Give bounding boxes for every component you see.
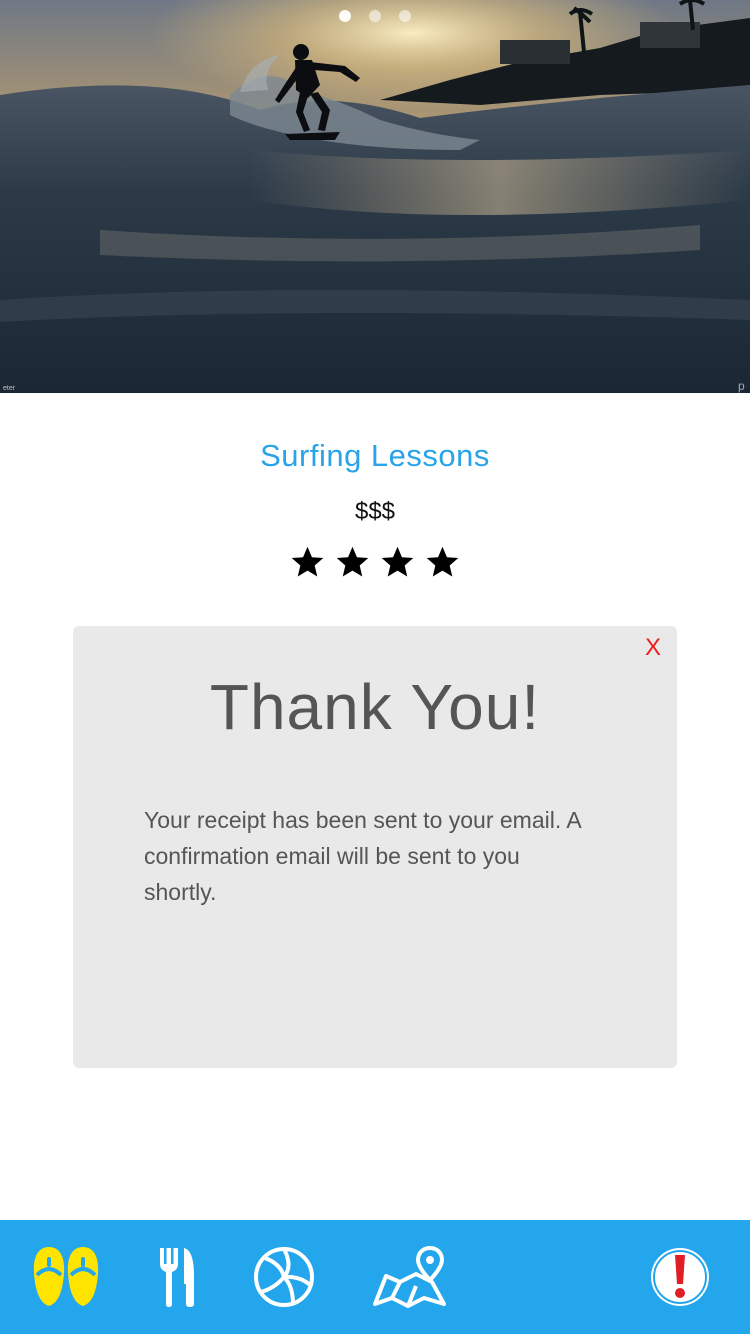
star-icon <box>290 546 325 579</box>
volleyball-icon <box>254 1247 314 1307</box>
svg-text:p: p <box>738 379 745 393</box>
activity-title: Surfing Lessons <box>260 438 490 473</box>
nav-item-sports[interactable] <box>246 1220 322 1334</box>
bottom-nav <box>0 1220 750 1334</box>
star-icon <box>380 546 415 579</box>
carousel-dot[interactable] <box>369 10 381 22</box>
star-rating <box>0 546 750 579</box>
nav-item-map[interactable] <box>364 1220 456 1334</box>
nav-item-alerts[interactable] <box>640 1220 720 1334</box>
star-icon <box>425 546 460 579</box>
flip-flops-icon <box>33 1247 99 1306</box>
fork-knife-icon <box>160 1248 194 1307</box>
modal-title: Thank You! <box>209 671 541 743</box>
star-icon <box>335 546 370 579</box>
alert-icon <box>651 1248 709 1306</box>
thank-you-modal: X Thank You! Your receipt has been sent … <box>73 626 677 1068</box>
close-button[interactable]: X <box>645 636 661 660</box>
carousel-dots <box>0 10 750 22</box>
price-level: $$$ <box>354 498 396 525</box>
carousel-dot[interactable] <box>399 10 411 22</box>
nav-item-dining[interactable] <box>142 1220 212 1334</box>
surfer-photo: eter p <box>0 0 750 393</box>
carousel-dot[interactable] <box>339 10 351 22</box>
svg-text:eter: eter <box>3 385 16 392</box>
screen: eter p Surfing Lessons $$$ X Thank You! … <box>0 0 750 1334</box>
nav-item-activities[interactable] <box>22 1220 110 1334</box>
hero-photo[interactable]: eter p <box>0 0 750 393</box>
modal-message: Your receipt has been sent to your email… <box>144 807 581 905</box>
map-pin-icon <box>373 1246 446 1308</box>
